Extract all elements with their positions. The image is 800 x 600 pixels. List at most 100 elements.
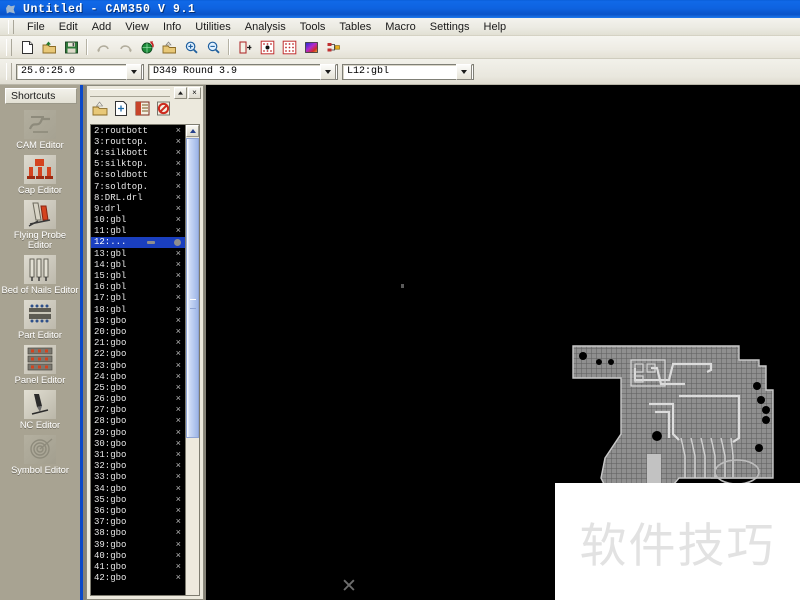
layer-dot-marker-icon[interactable]	[174, 238, 181, 246]
layer-hidden-x-icon[interactable]: ×	[176, 249, 181, 259]
layer-visibility-marker[interactable]: ×	[147, 394, 185, 404]
layer-hidden-x-icon[interactable]: ×	[176, 316, 181, 326]
layer-list-item[interactable]: 42:gbo ×	[91, 573, 185, 584]
layer-combo[interactable]: L12:gbl	[342, 63, 474, 80]
layer-visibility-marker[interactable]: ×	[147, 428, 185, 438]
layer-visibility-marker[interactable]: ×	[147, 372, 185, 382]
layer-list-item[interactable]: 36:gbo ×	[91, 505, 185, 516]
layer-hidden-x-icon[interactable]: ×	[176, 282, 181, 292]
import-folder-icon[interactable]	[159, 38, 179, 57]
layer-visibility-marker[interactable]: ×	[147, 349, 185, 359]
layer-visibility-marker[interactable]: ×	[147, 170, 185, 180]
layer-hidden-x-icon[interactable]: ×	[176, 204, 181, 214]
menu-item-tools[interactable]: Tools	[293, 20, 333, 34]
layer-list-item[interactable]: 19:gbo ×	[91, 315, 185, 326]
layer-hidden-x-icon[interactable]: ×	[176, 148, 181, 158]
layer-list-item[interactable]: 3:routtop.pho ×	[91, 136, 185, 147]
layer-list-item[interactable]: 38:gbo ×	[91, 528, 185, 539]
layer-visibility-marker[interactable]: ×	[147, 327, 185, 337]
layer-list-item[interactable]: 18:gbl ×	[91, 304, 185, 315]
menu-item-analysis[interactable]: Analysis	[238, 20, 293, 34]
layer-hidden-x-icon[interactable]: ×	[176, 193, 181, 203]
layer-visibility-marker[interactable]: ×	[147, 282, 185, 292]
layers-panel-titlebar[interactable]: ×	[87, 86, 203, 99]
layer-list-item[interactable]: 7:soldtop.pho ×	[91, 181, 185, 192]
layer-hidden-x-icon[interactable]: ×	[176, 305, 181, 315]
layer-visibility-marker[interactable]: ×	[147, 562, 185, 572]
layer-hidden-x-icon[interactable]: ×	[176, 372, 181, 382]
layer-table-icon[interactable]	[134, 100, 151, 117]
chevron-down-icon[interactable]	[320, 63, 336, 80]
layer-list-item[interactable]: 14:gbl ×	[91, 259, 185, 270]
layer-list-item[interactable]: 40:gbo ×	[91, 550, 185, 561]
layer-list-item[interactable]: 11:gbl ×	[91, 226, 185, 237]
layer-visibility-marker[interactable]: ×	[147, 260, 185, 270]
coordinates-combo[interactable]: 25.0:25.0	[16, 63, 144, 80]
layer-list-item[interactable]: 33:gbo ×	[91, 472, 185, 483]
color-palette-icon[interactable]	[301, 38, 321, 57]
layer-list-item[interactable]: 32:gbo ×	[91, 461, 185, 472]
layer-hidden-x-icon[interactable]: ×	[176, 439, 181, 449]
scroll-up-arrow-icon[interactable]	[186, 125, 199, 137]
layer-visibility-marker[interactable]: ×	[147, 528, 185, 538]
layer-hidden-x-icon[interactable]: ×	[176, 484, 181, 494]
layer-visibility-marker[interactable]: ×	[147, 383, 185, 393]
layer-visibility-marker[interactable]: ×	[147, 439, 185, 449]
layer-hidden-x-icon[interactable]: ×	[176, 573, 181, 583]
layer-hidden-x-icon[interactable]: ×	[176, 428, 181, 438]
menu-item-utilities[interactable]: Utilities	[188, 20, 237, 34]
netlist-icon[interactable]	[323, 38, 343, 57]
layer-list-item[interactable]: 22:gbo ×	[91, 349, 185, 360]
layer-visibility-marker[interactable]: ×	[147, 361, 185, 371]
layer-visibility-marker[interactable]: ×	[147, 461, 185, 471]
layer-hidden-x-icon[interactable]: ×	[176, 528, 181, 538]
layer-visibility-marker[interactable]: ×	[147, 540, 185, 550]
layer-visibility-marker[interactable]: ×	[147, 271, 185, 281]
layer-visibility-marker[interactable]: ×	[147, 484, 185, 494]
sidebar-item-bed-of-nails-editor[interactable]: Bed of Nails Editor	[0, 255, 80, 295]
aperture-combo[interactable]: D349 Round 3.9	[148, 63, 338, 80]
chevron-down-icon[interactable]	[126, 63, 142, 80]
layer-list-item[interactable]: 16:gbl ×	[91, 282, 185, 293]
layer-list-item[interactable]: 21:gbo ×	[91, 338, 185, 349]
layer-hidden-x-icon[interactable]: ×	[176, 383, 181, 393]
layer-list-item[interactable]: 31:gbo ×	[91, 449, 185, 460]
chevron-down-icon[interactable]	[456, 63, 472, 80]
layer-hidden-x-icon[interactable]: ×	[176, 137, 181, 147]
combobar-grip[interactable]	[6, 63, 12, 80]
layer-visibility-marker[interactable]: ×	[147, 506, 185, 516]
layers-list[interactable]: 2:routbotto...×3:routtop.pho×4:silkbotto…	[91, 125, 185, 595]
layer-list-item[interactable]: 23:gbo ×	[91, 360, 185, 371]
layer-hidden-x-icon[interactable]: ×	[176, 170, 181, 180]
layer-list-item[interactable]: 15:gbl ×	[91, 270, 185, 281]
layer-visibility-marker[interactable]: ×	[147, 182, 185, 192]
layer-visibility-marker[interactable]: ×	[147, 226, 185, 236]
layer-hidden-x-icon[interactable]: ×	[176, 461, 181, 471]
layer-list-item[interactable]: 37:gbo ×	[91, 517, 185, 528]
layer-visibility-marker[interactable]: ×	[147, 126, 185, 136]
layers-panel-minimize-button[interactable]	[174, 86, 187, 99]
refresh-globe-icon[interactable]	[137, 38, 157, 57]
toolbar-grip[interactable]	[6, 38, 12, 56]
layer-hidden-x-icon[interactable]: ×	[176, 293, 181, 303]
layer-hidden-x-icon[interactable]: ×	[176, 495, 181, 505]
layer-hidden-x-icon[interactable]: ×	[176, 271, 181, 281]
menu-item-edit[interactable]: Edit	[52, 20, 85, 34]
layer-list-item[interactable]: 6:soldbotto... ×	[91, 170, 185, 181]
open-folder-icon[interactable]	[39, 38, 59, 57]
layer-hidden-x-icon[interactable]: ×	[176, 506, 181, 516]
layer-hidden-x-icon[interactable]: ×	[176, 394, 181, 404]
layer-visibility-marker[interactable]: ×	[147, 405, 185, 415]
menu-item-tables[interactable]: Tables	[332, 20, 378, 34]
save-disk-icon[interactable]	[61, 38, 81, 57]
layer-hidden-x-icon[interactable]: ×	[176, 260, 181, 270]
grid-points-icon[interactable]	[257, 38, 277, 57]
scrollbar-thumb[interactable]	[186, 138, 199, 438]
layer-visibility-marker[interactable]: ×	[147, 305, 185, 315]
layer-hidden-x-icon[interactable]: ×	[176, 159, 181, 169]
layer-list-item[interactable]: 13:gbl ×	[91, 248, 185, 259]
layer-hidden-x-icon[interactable]: ×	[176, 361, 181, 371]
sidebar-item-part-editor[interactable]: Part Editor	[0, 300, 80, 340]
sidebar-item-flying-probe-editor[interactable]: Flying Probe Editor	[0, 200, 80, 250]
layer-visibility-marker[interactable]: ×	[147, 249, 185, 259]
